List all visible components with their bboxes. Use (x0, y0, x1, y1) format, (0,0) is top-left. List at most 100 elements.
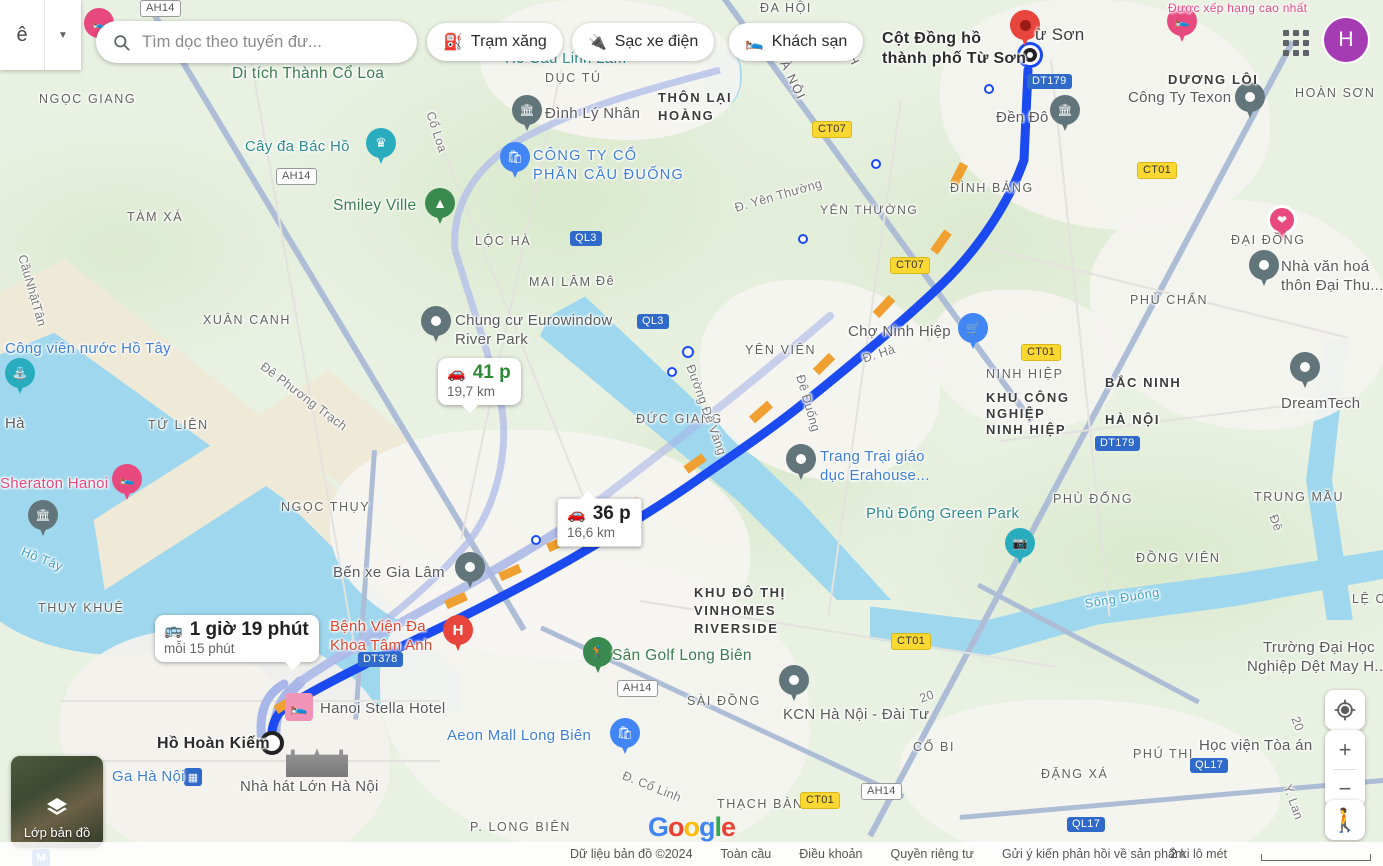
my-location-icon (1334, 699, 1356, 721)
poi-pin-ben-xe-gia-lam[interactable] (455, 552, 485, 592)
poi-pin-phu-dong-green-park[interactable]: 📷 (1005, 528, 1035, 568)
route-badge-transit[interactable]: 🚌 1 giờ 19 phút mỗi 15 phút (155, 615, 319, 670)
google-logo-letter: G (648, 812, 669, 842)
google-logo: Google (648, 812, 736, 843)
search-input-placeholder[interactable]: Tìm dọc theo tuyến đư... (142, 33, 322, 52)
poi-pin-nha-van-hoa-dai-thu[interactable] (1249, 250, 1279, 290)
poi-pin-erahouse[interactable] (786, 444, 816, 484)
poi-pin-cho-ninh-hiep[interactable]: 🛒 (958, 313, 988, 353)
route-shield: QL17 (1190, 758, 1229, 773)
poi-pin-dinh-ly-nhan[interactable]: 🏛 (512, 95, 542, 135)
zoom-controls[interactable]: + − (1325, 730, 1365, 808)
chip-tram-xang[interactable]: ⛽ Trạm xăng (427, 23, 563, 61)
route-shield: AH14 (617, 680, 658, 697)
map-footer: Dữ liệu bản đồ ©2024 Toàn cầu Điều khoản Qu… (0, 842, 1383, 866)
map-canvas[interactable]: ▲ ♛ 🏛 🛍 ⛲ 🛌 🏛 🛒 📷 H 🏌 🛍 🏛 🛌 ❤ 🛌 🛌 ▦ Di t… (0, 0, 1383, 866)
chip-sac-xe-dien[interactable]: 🔌 Sạc xe điện (572, 23, 715, 61)
route-shield: CT07 (812, 121, 853, 138)
poi-pin-cong-vien-nuoc-ho-tay[interactable]: ⛲ (5, 358, 35, 398)
route-badge-distance: 19,7 km (447, 384, 496, 399)
poi-pin-smiley-ville[interactable]: ▲ (425, 188, 455, 228)
gas-station-icon: ⛽ (443, 34, 463, 51)
pegman-button[interactable]: 🚶 (1325, 800, 1365, 840)
footer-link[interactable]: Quyền riêng tư (891, 847, 974, 861)
layers-button[interactable]: Lớp bản đồ (11, 756, 103, 848)
route-shield: DT179 (1027, 74, 1072, 89)
route-badge-time: 1 giờ 19 phút (189, 619, 309, 640)
pegman-icon: 🚶 (1330, 806, 1360, 833)
poi-pin-sheraton-hanoi[interactable]: 🛌 (112, 464, 142, 504)
route-badge-time: 36 p (592, 503, 631, 524)
poi-pin-top-rated-hotel[interactable]: 🛌 (1167, 6, 1197, 46)
scale-bar-line (1261, 854, 1371, 861)
poi-pin-dai-dong-favorite[interactable]: ❤ (1267, 205, 1297, 245)
route-shield: QL17 (1067, 817, 1106, 832)
route-shield: DT179 (1095, 436, 1140, 451)
route-shield: CT01 (1021, 344, 1062, 361)
google-logo-letter: o (683, 812, 700, 842)
scale-label: 2 ki lô mét (1170, 847, 1227, 861)
footer-link[interactable]: Điều khoản (799, 847, 862, 861)
route-shield: AH14 (861, 783, 902, 800)
layers-icon (47, 798, 67, 815)
my-location-button[interactable] (1325, 690, 1365, 730)
chevron-down-icon[interactable]: ▼ (45, 30, 81, 41)
poi-pin-cay-da-bac-ho[interactable]: ♛ (366, 128, 396, 168)
google-logo-letter: o (668, 812, 684, 842)
route-shield: QL3 (570, 231, 602, 246)
transit-badge-ga-ha-noi[interactable]: ▦ (184, 768, 202, 786)
poi-pin-eurowindow-river-park[interactable] (421, 306, 451, 346)
route-shield: QL3 (637, 314, 669, 329)
car-icon: 🚗 (567, 506, 586, 523)
google-logo-letter: e (721, 812, 736, 842)
poi-pin-dreamtech[interactable] (1290, 352, 1320, 392)
poi-pin-ho-museum[interactable]: 🏛 (28, 500, 58, 540)
route-shield: AH14 (140, 0, 181, 17)
zoom-in-button[interactable]: + (1325, 731, 1365, 769)
poi-pin-san-golf-long-bien[interactable]: 🏌 (583, 637, 613, 677)
search-icon (114, 34, 130, 50)
route-shield: CT01 (800, 792, 841, 809)
route-shield: AH14 (276, 168, 317, 185)
destination-pin[interactable] (1010, 10, 1040, 50)
car-icon: 🚗 (447, 365, 466, 382)
route-shield: CT01 (1137, 162, 1178, 179)
apps-grid-icon[interactable] (1276, 23, 1316, 63)
poi-pin-cong-ty-co-phan-cau-duong[interactable]: 🛍 (500, 142, 530, 182)
street-decor-7 (60, 760, 440, 762)
ev-charger-icon: 🔌 (588, 34, 607, 51)
chip-khach-san[interactable]: 🛌 Khách sạn (729, 23, 864, 61)
scale-bar: 2 ki lô mét (1170, 847, 1371, 861)
route-shield: DT378 (358, 652, 403, 667)
chip-label: Sạc xe điện (614, 33, 699, 50)
chip-label: Trạm xăng (470, 33, 547, 50)
hotel-bed-icon: 🛌 (745, 34, 764, 51)
route-badge-car-36p[interactable]: 🚗 36 p 16,6 km (557, 491, 642, 547)
poi-pin-aeon-mall-long-bien[interactable]: 🛍 (610, 718, 640, 758)
avatar-initial: H (1338, 28, 1354, 51)
footer-link[interactable]: Gửi ý kiến phản hồi về sản phẩm (1002, 847, 1185, 861)
avatar[interactable]: H (1324, 18, 1368, 62)
footer-link[interactable]: Toàn cầu (721, 847, 772, 861)
footer-link[interactable]: Dữ liệu bản đồ ©2024 (570, 847, 693, 861)
route-badge-subtext: mỗi 15 phút (164, 641, 235, 656)
poi-pin-cong-ty-texon[interactable] (1235, 82, 1265, 122)
route-badge-car-41p[interactable]: 🚗 41 p 19,7 km (438, 358, 521, 413)
route-shield: CT01 (891, 633, 932, 650)
language-selector[interactable]: ê ▼ (0, 0, 81, 70)
language-letter: ê (16, 23, 28, 46)
chip-label: Khách sạn (771, 33, 848, 50)
street-decor-6 (60, 700, 440, 702)
layers-label: Lớp bản đồ (23, 825, 91, 840)
google-logo-letter: g (699, 812, 715, 842)
poi-pin-den-do[interactable]: 🏛 (1050, 95, 1080, 135)
route-badge-time: 41 p (472, 362, 511, 383)
google-maps-app: ▲ ♛ 🏛 🛍 ⛲ 🛌 🏛 🛒 📷 H 🏌 🛍 🏛 🛌 ❤ 🛌 🛌 ▦ Di t… (0, 0, 1383, 866)
poi-pin-kcn-ha-noi-dai-tu[interactable] (779, 665, 809, 705)
footer-links[interactable]: Dữ liệu bản đồ ©2024 Toàn cầu Điều khoản Qu… (0, 847, 1213, 861)
poi-pin-benh-vien-tam-anh[interactable]: H (443, 615, 473, 655)
route-badge-distance: 16,6 km (567, 525, 616, 540)
poi-icon-hanoi-stella-hotel[interactable]: 🛌 (285, 693, 313, 721)
search-box[interactable]: Tìm dọc theo tuyến đư... (96, 21, 417, 63)
bus-icon: 🚌 (164, 622, 183, 639)
